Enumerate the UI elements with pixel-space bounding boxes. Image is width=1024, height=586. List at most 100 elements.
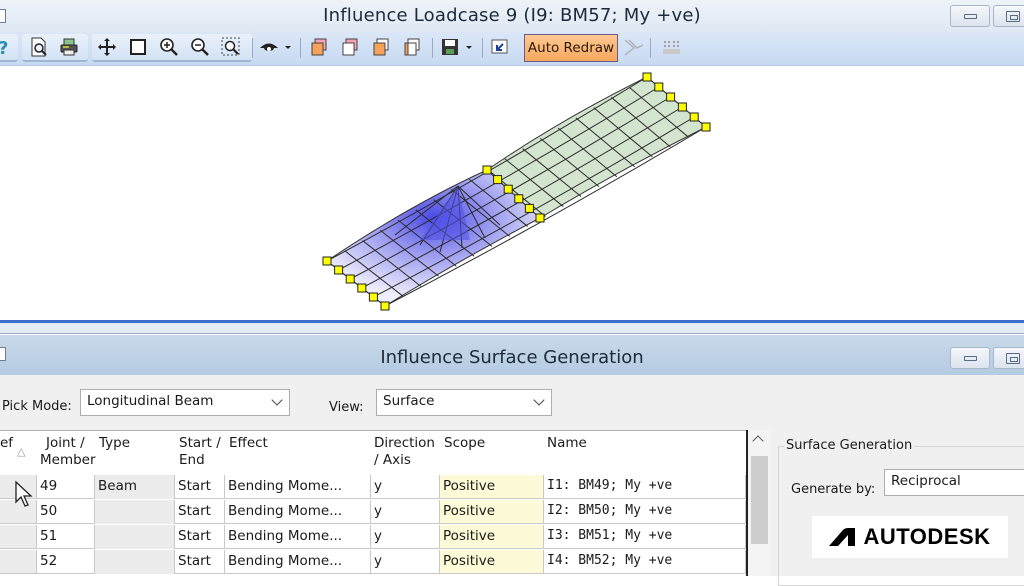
rectangle-select-button[interactable] <box>127 36 149 58</box>
cell-member[interactable]: 49 <box>37 475 95 499</box>
support-node[interactable] <box>642 72 652 82</box>
cell-member[interactable]: 50 <box>37 500 95 524</box>
cell-member[interactable]: 51 <box>37 525 95 549</box>
header-line: Member <box>40 452 96 468</box>
cell-effect[interactable]: Bending Mome... <box>225 475 371 499</box>
viewer-toolbar: ? <box>0 32 1024 66</box>
cell-effect[interactable]: Bending Mome... <box>225 525 371 549</box>
view-iso-4-button[interactable] <box>401 36 423 58</box>
cell-axis[interactable]: y <box>371 550 440 574</box>
support-node[interactable] <box>666 92 676 102</box>
support-node[interactable] <box>514 194 524 204</box>
cell-scope[interactable]: Positive <box>440 475 544 499</box>
influence-surface-mesh[interactable] <box>0 66 1024 320</box>
cell-axis[interactable]: y <box>371 525 440 549</box>
support-node[interactable] <box>701 122 711 132</box>
shrink-button[interactable] <box>622 36 644 58</box>
cell-scope[interactable]: Positive <box>440 550 544 574</box>
print-preview-button[interactable] <box>28 36 50 58</box>
cell-name[interactable]: I3: BM51; My +ve <box>544 525 746 549</box>
cell-effect[interactable]: Bending Mome... <box>225 500 371 524</box>
cell-member[interactable]: 52 <box>37 550 95 574</box>
support-node[interactable] <box>493 175 503 185</box>
header-line: Start / <box>179 435 221 451</box>
generate-by-select[interactable]: Reciprocal <box>884 469 1024 496</box>
cell-row-header[interactable] <box>0 550 37 574</box>
support-node[interactable] <box>677 102 687 112</box>
cell-axis[interactable]: y <box>371 500 440 524</box>
support-node[interactable] <box>535 213 545 223</box>
support-node[interactable] <box>357 283 367 293</box>
scroll-up-arrow-icon[interactable] <box>752 435 764 447</box>
support-node[interactable] <box>345 274 355 284</box>
col-header-start-end[interactable]: Start / End <box>179 435 221 469</box>
scrollbar-thumb[interactable] <box>751 456 768 544</box>
mesh-display-button[interactable] <box>660 36 682 58</box>
view-options-button[interactable] <box>258 36 280 58</box>
col-header-name[interactable]: Name <box>547 435 587 452</box>
cell-type[interactable]: Beam <box>95 475 175 499</box>
pick-mode-select[interactable]: Longitudinal Beam <box>80 389 290 416</box>
save-image-button[interactable] <box>439 36 461 58</box>
cell-name[interactable]: I4: BM52; My +ve <box>544 550 746 574</box>
save-image-dropdown[interactable] <box>463 36 475 58</box>
support-node[interactable] <box>380 301 390 311</box>
support-node[interactable] <box>334 265 344 275</box>
toolbar-separator <box>300 38 301 58</box>
generate-by-label: Generate by: <box>791 482 876 497</box>
support-node[interactable] <box>654 82 664 92</box>
view-iso-1-button[interactable] <box>308 36 330 58</box>
support-node[interactable] <box>524 203 534 213</box>
view-options-dropdown[interactable] <box>282 36 294 58</box>
pick-mode-label: Pick Mode: <box>2 399 72 414</box>
view-select[interactable]: Surface <box>376 389 552 416</box>
col-header-type[interactable]: Type <box>99 435 130 452</box>
minimize-icon <box>964 14 977 19</box>
help-button[interactable]: ? <box>0 36 16 58</box>
cell-scope[interactable]: Positive <box>440 500 544 524</box>
support-node[interactable] <box>368 292 378 302</box>
cell-axis[interactable]: y <box>371 475 440 499</box>
cell-type[interactable] <box>95 500 175 524</box>
undo-view-button[interactable] <box>489 36 511 58</box>
zoom-window-button[interactable] <box>220 36 242 58</box>
support-node[interactable] <box>322 256 332 266</box>
cell-name[interactable]: I2: BM50; My +ve <box>544 500 746 524</box>
dropdown-arrow-icon <box>466 46 472 49</box>
print-button[interactable] <box>58 36 80 58</box>
auto-redraw-toggle[interactable]: Auto Redraw <box>524 34 618 62</box>
minimize-button[interactable] <box>950 5 990 27</box>
col-header-scope[interactable]: Scope <box>444 435 485 452</box>
view-iso-2-button[interactable] <box>339 36 361 58</box>
col-header-joint-member[interactable]: Joint / Member <box>40 435 96 469</box>
view-iso-1-icon <box>311 38 327 56</box>
cell-start-end[interactable]: Start <box>175 550 225 574</box>
cell-scope[interactable]: Positive <box>440 525 544 549</box>
support-node[interactable] <box>689 112 699 122</box>
cell-start-end[interactable]: Start <box>175 525 225 549</box>
cell-type[interactable] <box>95 550 175 574</box>
col-header-ref[interactable]: ef <box>0 435 13 452</box>
bottom-maximize-button[interactable] <box>993 347 1024 369</box>
pan-button[interactable] <box>96 36 118 58</box>
zoom-in-button[interactable] <box>158 36 180 58</box>
zoom-window-icon <box>221 37 240 56</box>
col-header-effect[interactable]: Effect <box>229 435 268 452</box>
cell-row-header[interactable] <box>0 525 37 549</box>
support-node[interactable] <box>482 165 492 175</box>
support-node[interactable] <box>503 184 513 194</box>
col-header-direction-axis[interactable]: Direction / Axis <box>374 435 435 469</box>
cell-effect[interactable]: Bending Mome... <box>225 550 371 574</box>
cell-type[interactable] <box>95 525 175 549</box>
maximize-button[interactable] <box>993 5 1024 27</box>
bottom-minimize-button[interactable] <box>950 347 990 369</box>
cell-start-end[interactable]: Start <box>175 475 225 499</box>
surface-generation-label: Surface Generation <box>784 438 915 453</box>
3d-viewport[interactable] <box>0 66 1024 320</box>
splitter-bar[interactable] <box>0 323 1024 334</box>
grid-vertical-scrollbar[interactable] <box>746 430 770 576</box>
view-iso-3-button[interactable] <box>370 36 392 58</box>
cell-start-end[interactable]: Start <box>175 500 225 524</box>
zoom-out-button[interactable] <box>189 36 211 58</box>
cell-name[interactable]: I1: BM49; My +ve <box>544 475 746 499</box>
